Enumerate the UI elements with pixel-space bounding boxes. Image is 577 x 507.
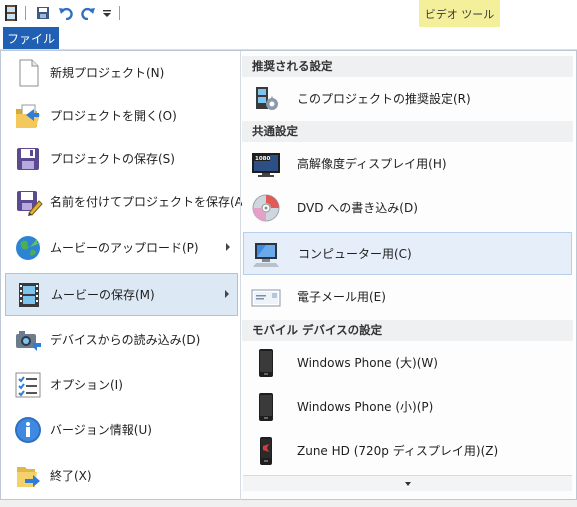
menu-item-label: ムービーのアップロード(P) — [50, 241, 199, 255]
menu-item-import-from-device[interactable]: デバイスからの読み込み(D) — [5, 319, 238, 362]
qat-separator — [25, 6, 26, 20]
option-hd-display[interactable]: 1080 高解像度ディスプレイ用(H) — [243, 143, 572, 186]
option-burn-dvd[interactable]: DVD への書き込み(D) — [243, 187, 572, 230]
qat-separator — [119, 6, 120, 20]
menu-item-save-project[interactable]: プロジェクトの保存(S) — [5, 138, 238, 181]
menu-item-label: ムービーの保存(M) — [51, 288, 155, 302]
option-label: Windows Phone (大)(W) — [297, 356, 438, 370]
menu-item-label: プロジェクトの保存(S) — [50, 152, 175, 166]
computer-icon — [252, 239, 282, 269]
zune-hd-icon — [251, 436, 281, 466]
menu-item-label: プロジェクトを開く(O) — [50, 109, 177, 123]
menu-item-options[interactable]: オプション(I) — [5, 364, 238, 407]
hd-badge: 1080 — [255, 156, 270, 162]
open-folder-icon — [13, 101, 43, 131]
scroll-down-icon[interactable] — [243, 475, 572, 491]
option-zune-hd[interactable]: Zune HD (720p ディスプレイ用)(Z) — [243, 430, 572, 473]
dvd-icon — [251, 193, 281, 223]
save-icon[interactable] — [34, 4, 52, 22]
app-icon[interactable] — [2, 4, 20, 22]
option-for-computer[interactable]: コンピューター用(C) — [243, 232, 572, 275]
new-document-icon — [13, 58, 43, 88]
window-bottom-edge — [0, 500, 577, 507]
menu-item-label: 名前を付けてプロジェクトを保存(A) — [50, 195, 248, 209]
redo-icon[interactable] — [78, 4, 98, 22]
submenu-arrow-icon — [226, 243, 230, 251]
option-label: Zune HD (720p ディスプレイ用)(Z) — [297, 444, 499, 458]
undo-icon[interactable] — [56, 4, 76, 22]
title-bar: ビデオ ツール — [0, 0, 577, 27]
option-label: コンピューター用(C) — [298, 247, 412, 261]
menu-item-label: オプション(I) — [50, 378, 123, 392]
menu-item-save-movie[interactable]: ムービーの保存(M) — [5, 273, 238, 316]
recommended-settings-icon — [251, 84, 281, 114]
windows-phone-small-icon — [251, 392, 281, 422]
file-tab[interactable]: ファイル — [3, 27, 59, 49]
info-icon — [13, 415, 43, 445]
customize-dropdown-icon[interactable] — [101, 4, 113, 22]
windows-phone-large-icon — [251, 348, 281, 378]
submenu-arrow-icon — [225, 290, 229, 298]
file-menu-commands: 新規プロジェクト(N) プロジェクトを開く(O) プロジェクトの保存(S) 名前… — [1, 51, 248, 501]
option-label: このプロジェクトの推奨設定(R) — [297, 92, 471, 106]
option-for-email[interactable]: 電子メール用(E) — [243, 276, 572, 319]
menu-item-upload-movie[interactable]: ムービーのアップロード(P) — [5, 227, 238, 270]
hd-display-icon: 1080 — [251, 149, 281, 179]
option-windows-phone-large[interactable]: Windows Phone (大)(W) — [243, 342, 572, 385]
ribbon-tab-strip — [0, 27, 577, 50]
menu-item-label: 新規プロジェクト(N) — [50, 66, 165, 80]
camera-import-icon — [13, 325, 43, 355]
file-menu: 新規プロジェクト(N) プロジェクトを開く(O) プロジェクトの保存(S) 名前… — [0, 50, 577, 501]
menu-item-save-project-as[interactable]: 名前を付けてプロジェクトを保存(A) — [5, 181, 248, 224]
option-label: 高解像度ディスプレイ用(H) — [297, 157, 447, 171]
section-header-common: 共通設定 — [242, 121, 573, 142]
option-windows-phone-small[interactable]: Windows Phone (小)(P) — [243, 386, 572, 429]
option-recommended-for-project[interactable]: このプロジェクトの推奨設定(R) — [243, 78, 572, 121]
section-header-recommended: 推奨される設定 — [242, 56, 573, 77]
option-label: 電子メール用(E) — [297, 290, 386, 304]
globe-upload-icon — [13, 233, 43, 263]
menu-item-label: デバイスからの読み込み(D) — [50, 333, 201, 347]
save-movie-submenu: 推奨される設定 このプロジェクトの推奨設定(R) 共通設定 1080 高解像度デ… — [242, 51, 573, 499]
menu-item-label: 終了(X) — [50, 469, 92, 483]
option-label: DVD への書き込み(D) — [297, 201, 418, 215]
menu-item-about[interactable]: バージョン情報(U) — [5, 409, 238, 452]
menu-item-exit[interactable]: 終了(X) — [5, 455, 238, 498]
exit-icon — [13, 461, 43, 491]
menu-divider — [240, 51, 241, 501]
save-as-icon — [13, 187, 43, 217]
option-label: Windows Phone (小)(P) — [297, 400, 434, 414]
menu-item-label: バージョン情報(U) — [50, 423, 152, 437]
floppy-save-icon — [13, 144, 43, 174]
video-tools-context-tab[interactable]: ビデオ ツール — [419, 0, 500, 27]
menu-item-new-project[interactable]: 新規プロジェクト(N) — [5, 52, 238, 95]
menu-item-open-project[interactable]: プロジェクトを開く(O) — [5, 95, 238, 138]
options-list-icon — [13, 370, 43, 400]
section-header-mobile: モバイル デバイスの設定 — [242, 320, 573, 341]
email-icon — [251, 282, 281, 312]
film-save-icon — [14, 280, 44, 310]
